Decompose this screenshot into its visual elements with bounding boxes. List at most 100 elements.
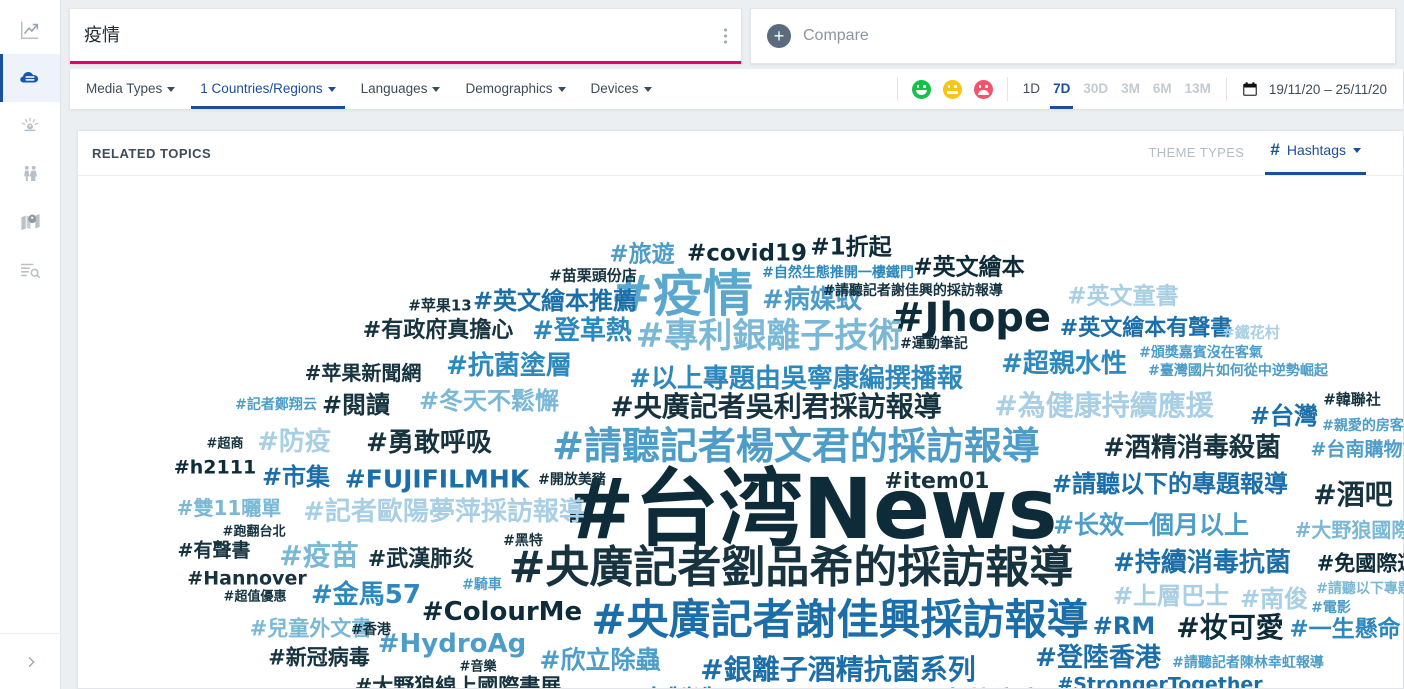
range-3m[interactable]: 3M bbox=[1120, 70, 1141, 108]
cloud-word[interactable]: #长效一個月以上 bbox=[1053, 513, 1249, 538]
cloud-word[interactable]: #記者鄭翔云 bbox=[235, 398, 317, 412]
cloud-word[interactable]: #記者歐陽夢萍採訪報導 bbox=[303, 499, 585, 525]
cloud-word[interactable]: #超商 bbox=[207, 438, 244, 451]
cloud-word[interactable]: #英文童書 bbox=[1067, 285, 1178, 309]
cloud-word[interactable]: #台南購物節 bbox=[1311, 440, 1404, 460]
cloud-word[interactable]: #妆可愛 bbox=[1176, 614, 1283, 642]
cloud-word[interactable]: #超值優惠 bbox=[224, 591, 287, 604]
cloud-word[interactable]: #閱讀 bbox=[322, 393, 390, 417]
filter-media-types[interactable]: Media Types bbox=[77, 70, 184, 108]
cloud-word[interactable]: #英文繪本有聲書 bbox=[1060, 318, 1232, 340]
cloud-word[interactable]: #一生懸命 bbox=[1289, 618, 1400, 642]
sidebar-item-topics[interactable] bbox=[0, 54, 60, 102]
filter-devices[interactable]: Devices bbox=[582, 70, 661, 108]
search-term-box[interactable]: 疫情 bbox=[69, 8, 742, 64]
cloud-word[interactable]: #臺灣國片如何從中逆勢崛起 bbox=[1148, 364, 1328, 378]
cloud-word[interactable]: #南俊 bbox=[1240, 587, 1308, 611]
cloud-word[interactable]: #請聽記者楊文君的採訪報導 bbox=[552, 427, 1040, 465]
filter-demographics[interactable]: Demographics bbox=[456, 70, 574, 108]
cloud-word[interactable]: #超親水性 bbox=[1001, 351, 1127, 377]
term-options-menu-icon[interactable] bbox=[724, 28, 727, 44]
date-range-picker[interactable]: 19/11/20 – 25/11/20 bbox=[1241, 80, 1403, 98]
positive-face-icon[interactable] bbox=[911, 79, 931, 99]
cloud-word[interactable]: #防疫 bbox=[257, 429, 331, 455]
negative-face-icon[interactable] bbox=[973, 79, 993, 99]
sidebar-item-trends[interactable] bbox=[0, 6, 60, 54]
cloud-word[interactable]: #Jhope bbox=[891, 298, 1051, 338]
cloud-word[interactable]: #親愛的房客 bbox=[1322, 419, 1404, 433]
cloud-word[interactable]: #旅遊 bbox=[609, 243, 674, 267]
cloud-word[interactable]: #HydroAg bbox=[378, 631, 527, 657]
filter-countries-regions[interactable]: 1 Countries/Regions bbox=[191, 70, 345, 109]
cloud-word[interactable]: #請聽以下的專題報導 bbox=[1052, 472, 1288, 496]
cloud-word[interactable]: #欣立除蟲 bbox=[540, 648, 661, 673]
cloud-word[interactable]: #h2111 bbox=[174, 458, 256, 478]
cloud-word[interactable]: #黑特 bbox=[503, 534, 543, 548]
cloud-word[interactable]: #請聽記者陳林幸虹報導 bbox=[1172, 656, 1324, 670]
cloud-word[interactable]: #香港 bbox=[351, 623, 391, 637]
cloud-word[interactable]: #持續消毒抗菌 bbox=[1113, 550, 1291, 576]
neutral-face-icon[interactable] bbox=[942, 79, 962, 99]
add-compare-icon[interactable]: + bbox=[767, 24, 791, 48]
cloud-word[interactable]: #FUJIFILMHK bbox=[345, 467, 529, 492]
sidebar-item-demographics[interactable] bbox=[0, 150, 60, 198]
cloud-word[interactable]: #韓聯社 bbox=[1323, 392, 1381, 408]
cloud-word[interactable]: #大野狼線上國際書展 bbox=[355, 676, 562, 688]
cloud-word[interactable]: #英文繪本 bbox=[913, 256, 1024, 280]
cloud-word[interactable]: #有聲書 bbox=[178, 541, 251, 561]
cloud-word[interactable]: #運動筆記 bbox=[900, 337, 968, 351]
cloud-word[interactable]: #苗栗頭份店 bbox=[549, 268, 637, 284]
sidebar-item-reports[interactable] bbox=[0, 246, 60, 294]
tab-theme-types[interactable]: THEME TYPES bbox=[1148, 145, 1244, 175]
compare-box[interactable]: + Compare bbox=[750, 8, 1396, 64]
cloud-word[interactable]: #請聽記者謝佳興的採訪報導 bbox=[823, 284, 1003, 298]
cloud-word[interactable]: #Hannover bbox=[187, 569, 306, 589]
cloud-word[interactable]: #苹果13 bbox=[408, 298, 471, 314]
range-7d[interactable]: 7D bbox=[1050, 70, 1074, 109]
cloud-word[interactable]: #騎車 bbox=[462, 578, 502, 592]
cloud-word[interactable]: #有政府真擔心 bbox=[363, 320, 513, 342]
cloud-word[interactable]: #市集 bbox=[262, 465, 330, 489]
cloud-word[interactable]: #以上專題由吳寧康編撰播報 bbox=[629, 366, 963, 392]
range-30d[interactable]: 30D bbox=[1082, 70, 1109, 108]
cloud-word[interactable]: #台灣 bbox=[1250, 404, 1318, 428]
cloud-word[interactable]: #英文繪本推薦 bbox=[473, 289, 637, 313]
cloud-word[interactable]: #自然生態推開一樓鐵門 bbox=[762, 266, 914, 280]
cloud-word[interactable]: #酒吧 bbox=[1313, 481, 1392, 509]
cloud-word[interactable]: #銀離子酒精抗菌系列 bbox=[700, 656, 975, 684]
cloud-word[interactable]: #ColourMe bbox=[422, 599, 582, 625]
sidebar-item-influencers[interactable] bbox=[0, 102, 60, 150]
cloud-word[interactable]: #為健康持續應援 bbox=[994, 392, 1213, 420]
sidebar-item-geography[interactable] bbox=[0, 198, 60, 246]
cloud-word[interactable]: #請聽以下專題報導 bbox=[1316, 582, 1404, 596]
cloud-word[interactable]: #勇敢呼吸 bbox=[366, 430, 492, 456]
cloud-word[interactable]: #央廣記者謝佳興採訪報導 bbox=[591, 599, 1088, 641]
cloud-word[interactable]: #上層巴士 bbox=[1113, 584, 1229, 608]
expand-sidebar-button[interactable] bbox=[0, 633, 61, 689]
range-1d[interactable]: 1D bbox=[1022, 70, 1041, 108]
cloud-word[interactable]: #酒精消毒殺菌 bbox=[1103, 435, 1281, 461]
cloud-word[interactable]: #1折起 bbox=[810, 236, 891, 260]
cloud-word[interactable]: #跑翻台北 bbox=[223, 526, 286, 539]
cloud-word[interactable]: #鐵花村 bbox=[1222, 325, 1280, 341]
filter-languages[interactable]: Languages bbox=[352, 70, 450, 108]
range-6m[interactable]: 6M bbox=[1152, 70, 1173, 108]
cloud-word[interactable]: #新冠病毒 bbox=[268, 647, 370, 669]
cloud-word[interactable]: #冬天不鬆懈 bbox=[419, 389, 559, 413]
cloud-word[interactable]: #專利銀離子技術 bbox=[636, 319, 903, 353]
tab-hashtags[interactable]: # Hashtags bbox=[1265, 140, 1366, 175]
cloud-word[interactable]: #登陸香港 bbox=[1035, 645, 1161, 671]
cloud-word[interactable]: #抗菌塗層 bbox=[446, 353, 572, 379]
cloud-word[interactable]: #開放美豬 bbox=[538, 473, 606, 487]
cloud-word[interactable]: #雙11曬單 bbox=[177, 498, 282, 518]
cloud-word[interactable]: #電影 bbox=[1311, 601, 1351, 615]
search-input[interactable]: 疫情 bbox=[84, 27, 120, 45]
cloud-word[interactable]: #央廣記者劉品希的採訪報導 bbox=[509, 546, 1074, 590]
cloud-word[interactable]: #免國際運費 bbox=[1317, 553, 1404, 575]
cloud-word[interactable]: #RM bbox=[1093, 614, 1155, 638]
cloud-word[interactable]: #音樂 bbox=[460, 661, 497, 674]
cloud-word[interactable]: #covid19 bbox=[687, 242, 807, 266]
cloud-word[interactable]: #武漢肺炎 bbox=[368, 549, 474, 571]
cloud-word[interactable]: #央廣記者吳利君採訪報導 bbox=[610, 393, 941, 421]
cloud-word[interactable]: #大野狼國際書展 bbox=[1295, 520, 1404, 540]
